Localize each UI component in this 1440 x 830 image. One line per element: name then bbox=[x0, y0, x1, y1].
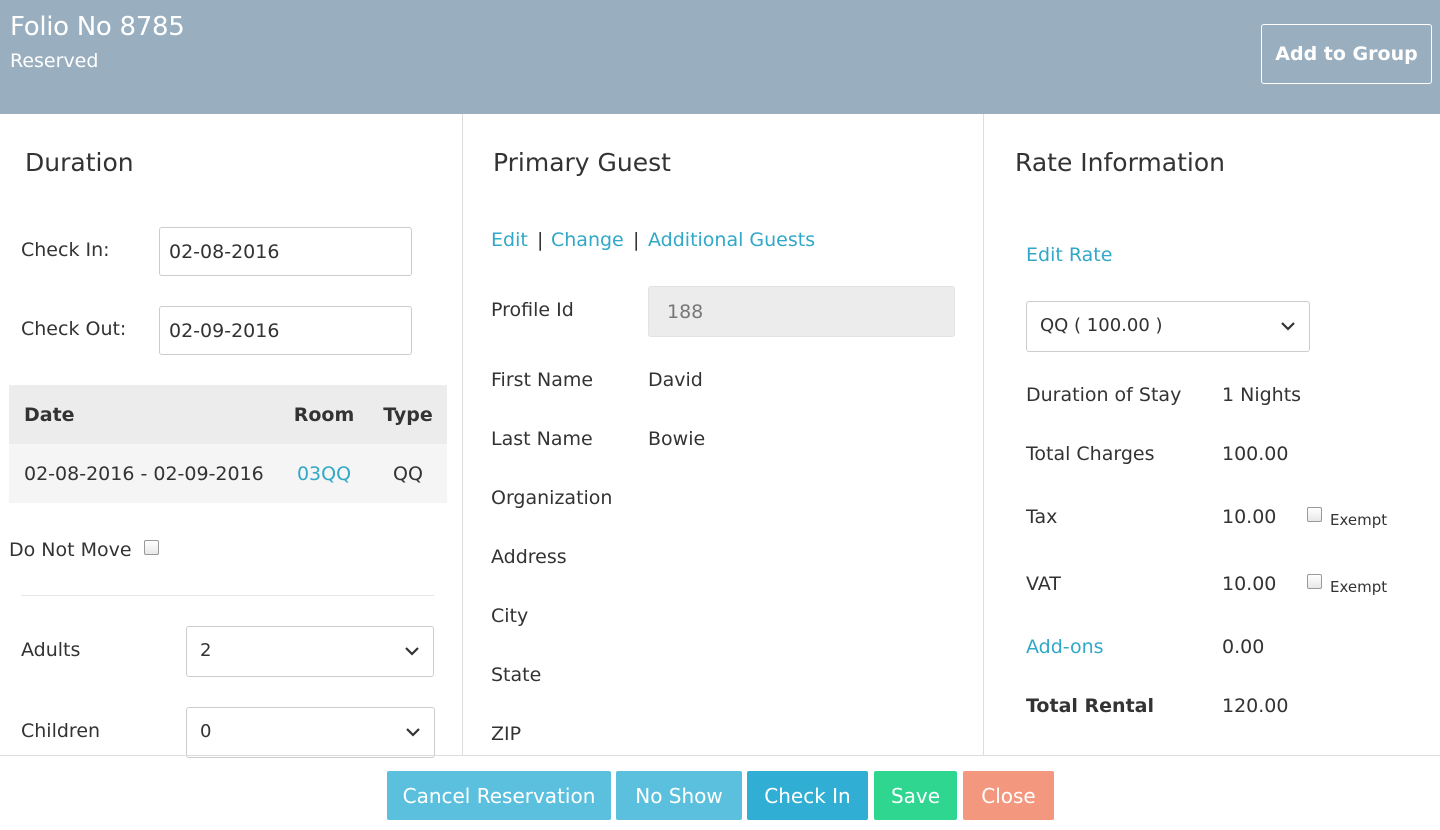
link-separator: | bbox=[633, 229, 640, 251]
chevron-down-icon bbox=[405, 647, 419, 656]
children-selected-value: 0 bbox=[200, 721, 212, 742]
adults-select[interactable]: 2 bbox=[186, 626, 434, 677]
children-select[interactable]: 0 bbox=[186, 707, 435, 758]
adults-selected-value: 2 bbox=[200, 640, 212, 661]
total-charges-label: Total Charges bbox=[1026, 443, 1155, 465]
table-header-row: Date Room Type bbox=[9, 385, 447, 444]
column-divider bbox=[983, 114, 984, 755]
check-in-input[interactable] bbox=[159, 227, 412, 276]
do-not-move-checkbox[interactable] bbox=[144, 540, 159, 555]
cancel-reservation-button[interactable]: Cancel Reservation bbox=[387, 771, 611, 820]
profile-id-field bbox=[648, 286, 955, 337]
close-button[interactable]: Close bbox=[963, 771, 1054, 820]
profile-id-label: Profile Id bbox=[491, 299, 574, 321]
link-separator: | bbox=[537, 229, 544, 251]
tax-exempt-label: Exempt bbox=[1330, 511, 1388, 529]
room-type: QQ bbox=[393, 462, 423, 485]
tax-value: 10.00 bbox=[1222, 506, 1277, 528]
first-name-label: First Name bbox=[491, 369, 594, 391]
edit-guest-link[interactable]: Edit bbox=[491, 229, 528, 251]
do-not-move-label: Do Not Move bbox=[9, 539, 132, 561]
duration-of-stay-label: Duration of Stay bbox=[1026, 384, 1182, 406]
edit-rate-link[interactable]: Edit Rate bbox=[1026, 244, 1112, 266]
add-ons-value: 0.00 bbox=[1222, 636, 1265, 658]
additional-guests-link[interactable]: Additional Guests bbox=[648, 229, 815, 251]
room-assignment-table: Date Room Type 02-08-2016 - 02-09-2016 0… bbox=[9, 385, 447, 503]
no-show-button[interactable]: No Show bbox=[616, 771, 742, 820]
primary-guest-title: Primary Guest bbox=[493, 148, 671, 177]
footer-divider bbox=[0, 755, 1440, 756]
organization-label: Organization bbox=[491, 487, 613, 509]
state-label: State bbox=[491, 664, 542, 686]
total-rental-value: 120.00 bbox=[1222, 695, 1289, 717]
tax-label: Tax bbox=[1026, 506, 1058, 528]
column-header-room: Room bbox=[293, 403, 355, 426]
vat-label: VAT bbox=[1026, 573, 1061, 595]
rate-plan-selected-value: QQ ( 100.00 ) bbox=[1040, 315, 1163, 336]
zip-label: ZIP bbox=[491, 723, 522, 745]
children-label: Children bbox=[21, 720, 101, 742]
save-button[interactable]: Save bbox=[874, 771, 957, 820]
duration-of-stay-value: 1 Nights bbox=[1222, 384, 1302, 406]
stay-date-range: 02-08-2016 - 02-09-2016 bbox=[24, 462, 264, 485]
total-charges-value: 100.00 bbox=[1222, 443, 1289, 465]
chevron-down-icon bbox=[406, 728, 420, 737]
chevron-down-icon bbox=[1281, 322, 1295, 331]
last-name-label: Last Name bbox=[491, 428, 593, 450]
section-divider bbox=[21, 595, 434, 596]
column-header-date: Date bbox=[24, 403, 75, 426]
folio-header: Folio No 8785 Reserved Add to Group bbox=[0, 0, 1440, 114]
address-label: Address bbox=[491, 546, 567, 568]
vat-exempt-label: Exempt bbox=[1330, 578, 1388, 596]
rate-plan-select[interactable]: QQ ( 100.00 ) bbox=[1026, 301, 1310, 352]
check-in-label: Check In: bbox=[21, 239, 110, 261]
rate-information-title: Rate Information bbox=[1015, 148, 1225, 177]
first-name-value: David bbox=[648, 369, 703, 391]
check-out-label: Check Out: bbox=[21, 318, 127, 340]
add-to-group-button[interactable]: Add to Group bbox=[1261, 24, 1432, 84]
vat-value: 10.00 bbox=[1222, 573, 1277, 595]
folio-title: Folio No 8785 bbox=[10, 12, 185, 42]
duration-title: Duration bbox=[25, 148, 134, 177]
column-header-type: Type bbox=[383, 403, 433, 426]
folio-status: Reserved bbox=[10, 50, 99, 72]
city-label: City bbox=[491, 605, 529, 627]
add-ons-link[interactable]: Add-ons bbox=[1026, 636, 1104, 658]
last-name-value: Bowie bbox=[648, 428, 706, 450]
vat-exempt-checkbox[interactable] bbox=[1307, 574, 1322, 589]
adults-label: Adults bbox=[21, 639, 81, 661]
column-divider bbox=[462, 114, 463, 755]
tax-exempt-checkbox[interactable] bbox=[1307, 507, 1322, 522]
check-out-input[interactable] bbox=[159, 306, 412, 355]
check-in-button[interactable]: Check In bbox=[747, 771, 868, 820]
room-link[interactable]: 03QQ bbox=[279, 444, 369, 503]
table-row: 02-08-2016 - 02-09-2016 03QQ QQ bbox=[9, 444, 447, 503]
change-guest-link[interactable]: Change bbox=[551, 229, 624, 251]
total-rental-label: Total Rental bbox=[1026, 695, 1154, 717]
